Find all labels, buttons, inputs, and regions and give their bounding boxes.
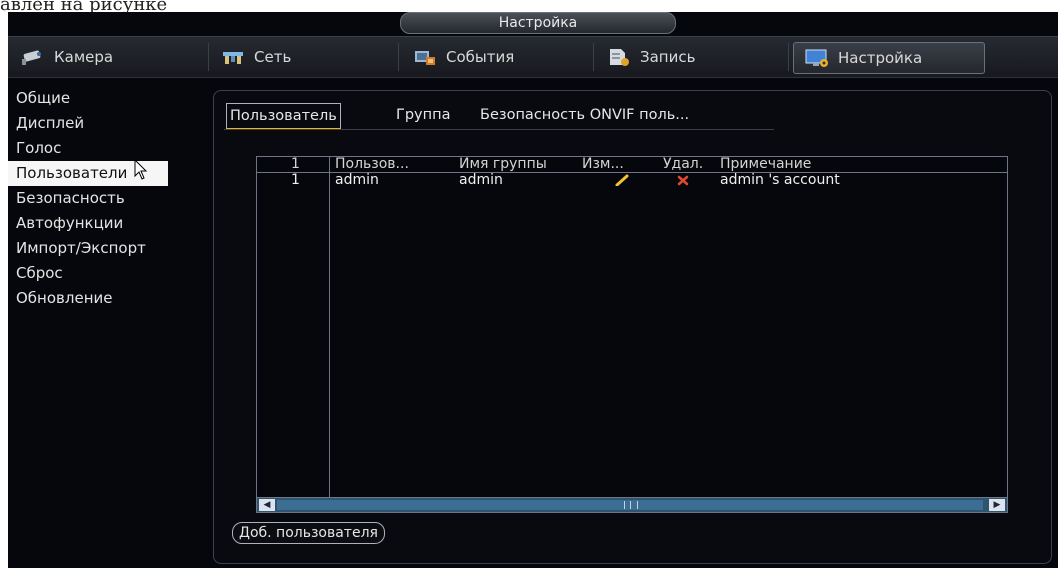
- header-note[interactable]: Примечание: [720, 157, 811, 172]
- sidebar-item-voice[interactable]: Голос: [8, 136, 208, 161]
- scroll-right-icon[interactable]: ▶: [989, 499, 1005, 511]
- tab-divider: [398, 43, 399, 71]
- tab-divider: [788, 43, 789, 71]
- tab-label: Сеть: [254, 48, 292, 66]
- tab-events[interactable]: События: [412, 42, 514, 72]
- tab-divider: [593, 43, 594, 71]
- network-icon: [220, 47, 246, 67]
- sidebar-item-label: Голос: [16, 139, 62, 157]
- row-user: admin: [335, 172, 379, 188]
- header-edit[interactable]: Изм...: [582, 157, 624, 172]
- delete-x-icon[interactable]: [677, 174, 689, 190]
- settings-monitor-icon: [804, 48, 830, 68]
- sidebar-item-reset[interactable]: Сброс: [8, 261, 208, 286]
- tab-network[interactable]: Сеть: [220, 42, 291, 72]
- document-caption: авлен на рисунке 6.3.3.4.1.1: [0, 0, 168, 12]
- header-group-name[interactable]: Имя группы: [459, 157, 547, 172]
- row-group: admin: [459, 172, 503, 188]
- sidebar-item-import-export[interactable]: Импорт/Экспорт: [8, 236, 208, 261]
- header-index[interactable]: 1: [291, 157, 300, 172]
- subtab-user[interactable]: Пользователь: [226, 103, 341, 130]
- column-divider: [329, 157, 330, 497]
- tab-label: События: [446, 48, 515, 66]
- sidebar-item-label: Импорт/Экспорт: [16, 239, 146, 257]
- tab-camera[interactable]: Камера: [20, 42, 113, 72]
- tab-divider: [208, 43, 209, 71]
- scroll-left-icon[interactable]: ◀: [259, 499, 275, 511]
- sidebar-item-auto-functions[interactable]: Автофункции: [8, 211, 208, 236]
- sidebar-item-label: Безопасность: [16, 189, 125, 207]
- table-header: 1 Пользов... Имя группы Изм... Удал. При…: [257, 157, 1007, 172]
- sidebar-item-label: Дисплей: [16, 114, 85, 132]
- mouse-pointer-icon: [134, 158, 148, 189]
- settings-sidebar: Общие Дисплей Голос Пользователи Безопас…: [8, 86, 208, 311]
- sidebar-item-users[interactable]: Пользователи: [8, 158, 168, 189]
- main-tab-bar: Камера Сеть События Запись Настройка: [8, 36, 1058, 78]
- sidebar-item-label: Автофункции: [16, 214, 124, 232]
- tab-label: Настройка: [838, 49, 923, 67]
- record-icon: [606, 47, 632, 67]
- window-title: Настройка: [400, 12, 676, 34]
- sidebar-item-security[interactable]: Безопасность: [8, 186, 208, 211]
- subtab-onvif-security[interactable]: Безопасность ONVIF поль...: [476, 103, 693, 127]
- subtab-divider: [224, 129, 774, 130]
- header-user[interactable]: Пользов...: [335, 157, 409, 172]
- tab-record[interactable]: Запись: [606, 42, 695, 72]
- sidebar-item-label: Общие: [16, 89, 71, 107]
- horizontal-scrollbar[interactable]: ◀ ▶: [257, 497, 1007, 512]
- sidebar-item-label: Сброс: [16, 264, 63, 282]
- scrollbar-thumb[interactable]: [277, 500, 983, 510]
- row-note: admin 's account: [720, 172, 840, 188]
- tab-settings[interactable]: Настройка: [793, 42, 985, 74]
- pencil-icon[interactable]: [615, 174, 629, 190]
- tab-label: Запись: [640, 48, 696, 66]
- sidebar-item-label: Обновление: [16, 289, 113, 307]
- dvr-settings-screen: Настройка Камера Сеть События Запись Нас…: [8, 12, 1058, 568]
- row-index: 1: [291, 172, 300, 188]
- sidebar-item-general[interactable]: Общие: [8, 86, 208, 111]
- table-row[interactable]: 1 admin admin admin 's account: [257, 173, 1007, 188]
- users-table: 1 Пользов... Имя группы Изм... Удал. При…: [256, 156, 1008, 513]
- header-delete[interactable]: Удал.: [663, 157, 703, 172]
- tab-label: Камера: [54, 48, 114, 66]
- users-panel: Пользователь Группа Безопасность ONVIF п…: [213, 90, 1052, 564]
- grip-icon: [624, 501, 638, 509]
- add-user-button[interactable]: Доб. пользователя: [232, 522, 385, 544]
- camera-icon: [20, 47, 46, 67]
- sidebar-item-label: Пользователи: [16, 164, 128, 182]
- subtab-group[interactable]: Группа: [392, 103, 454, 127]
- sidebar-item-display[interactable]: Дисплей: [8, 111, 208, 136]
- events-icon: [412, 47, 438, 67]
- sidebar-item-update[interactable]: Обновление: [8, 286, 208, 311]
